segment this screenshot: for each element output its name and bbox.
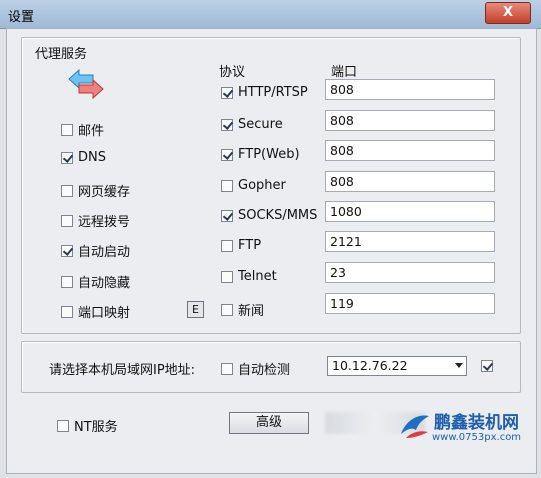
lan-ip-value: 10.12.76.22: [332, 358, 408, 373]
checkbox-box[interactable]: [61, 151, 73, 164]
checkbox-box[interactable]: [221, 239, 233, 252]
service-dns-checkbox[interactable]: DNS: [61, 150, 106, 165]
protocol-label: FTP(Web): [238, 147, 300, 162]
lan-ip-prompt: 请选择本机局域网IP地址:: [49, 363, 196, 378]
proxy-service-legend: 代理服务: [31, 43, 92, 62]
protocol-label: Gopher: [238, 178, 286, 193]
port-input-ftp[interactable]: 2121: [325, 231, 495, 252]
protocol-header: 协议: [219, 65, 246, 80]
protocol-ftp-web-checkbox[interactable]: FTP(Web): [221, 147, 300, 162]
protocol-ftp-checkbox[interactable]: FTP: [221, 238, 261, 253]
service-label: 网页缓存: [78, 185, 131, 200]
nt-service-label: NT服务: [74, 420, 118, 435]
site-watermark: 鹏鑫装机网 www.0753px.com: [398, 408, 538, 448]
protocol-label: FTP: [238, 238, 262, 253]
checkbox-box[interactable]: [61, 184, 73, 197]
checkbox-box[interactable]: [221, 270, 233, 283]
port-input-socks-mms[interactable]: 1080: [325, 201, 495, 222]
protocol-label: Telnet: [238, 269, 277, 284]
lan-ip-select[interactable]: 10.12.76.22: [327, 356, 467, 376]
checkbox-box[interactable]: [221, 303, 233, 316]
service-label: DNS: [78, 150, 106, 165]
port-input-news[interactable]: 119: [325, 293, 495, 314]
port-header: 端口: [331, 65, 358, 80]
watermark-url: www.0753px.com: [432, 432, 522, 443]
port-input-http-rtsp[interactable]: 808: [325, 79, 495, 100]
close-button[interactable]: X: [485, 2, 531, 24]
service-label: 自动隐藏: [78, 276, 131, 291]
checkbox-box[interactable]: [61, 123, 73, 136]
service-auto-start-checkbox[interactable]: 自动启动: [61, 241, 130, 260]
service-web-cache-checkbox[interactable]: 网页缓存: [61, 181, 130, 200]
protocol-news-checkbox[interactable]: 新闻: [221, 300, 264, 319]
protocol-label: Secure: [238, 117, 283, 132]
port-input-secure[interactable]: 808: [325, 110, 495, 131]
port-input-gopher[interactable]: 808: [325, 171, 495, 192]
protocol-label: HTTP/RTSP: [238, 85, 308, 100]
advanced-button[interactable]: 高级: [229, 412, 309, 434]
window-title: 设置: [8, 10, 35, 25]
protocol-http-rtsp-checkbox[interactable]: HTTP/RTSP: [221, 85, 308, 100]
checkbox-box[interactable]: [61, 244, 73, 257]
protocol-secure-checkbox[interactable]: Secure: [221, 117, 283, 132]
checkbox-box[interactable]: [221, 148, 233, 161]
auto-detect-checkbox[interactable]: 自动检测: [221, 359, 290, 378]
nt-service-checkbox[interactable]: NT服务: [57, 416, 118, 435]
service-port-mapping-checkbox[interactable]: 端口映射: [61, 302, 130, 321]
protocol-gopher-checkbox[interactable]: Gopher: [221, 178, 286, 193]
service-mail-checkbox[interactable]: 邮件: [61, 120, 104, 139]
checkbox-box[interactable]: [61, 214, 73, 227]
port-mapping-edit-button[interactable]: E: [187, 301, 204, 318]
protocol-label: SOCKS/MMS: [238, 208, 318, 223]
proxy-arrows-icon: [68, 68, 104, 100]
checkbox-box[interactable]: [221, 209, 233, 222]
service-auto-hide-checkbox[interactable]: 自动隐藏: [61, 272, 130, 291]
protocol-telnet-checkbox[interactable]: Telnet: [221, 269, 277, 284]
watermark-brand: 鹏鑫装机网: [434, 413, 519, 433]
checkbox-box[interactable]: [57, 419, 69, 432]
checkbox-box[interactable]: [221, 118, 233, 131]
checkbox-box[interactable]: [61, 305, 73, 318]
bird-logo-icon: [401, 415, 429, 438]
checkbox-box[interactable]: [221, 86, 233, 99]
port-input-telnet[interactable]: 23: [325, 262, 495, 283]
service-label: 端口映射: [78, 306, 131, 321]
chevron-down-icon[interactable]: [455, 363, 463, 368]
auto-detect-label: 自动检测: [238, 363, 291, 378]
protocol-label: 新闻: [238, 304, 265, 319]
service-remote-dial-checkbox[interactable]: 远程拨号: [61, 211, 130, 230]
checkbox-box[interactable]: [61, 275, 73, 288]
checkbox-box[interactable]: [221, 362, 233, 375]
port-input-ftp-web[interactable]: 808: [325, 140, 495, 161]
service-label: 自动启动: [78, 245, 131, 260]
lan-ip-confirm-checkbox[interactable]: [481, 360, 493, 372]
service-label: 远程拨号: [78, 215, 131, 230]
title-bar: 设置 X: [0, 0, 541, 29]
checkbox-box[interactable]: [221, 179, 233, 192]
protocol-socks-mms-checkbox[interactable]: SOCKS/MMS: [221, 208, 317, 223]
service-label: 邮件: [78, 124, 105, 139]
